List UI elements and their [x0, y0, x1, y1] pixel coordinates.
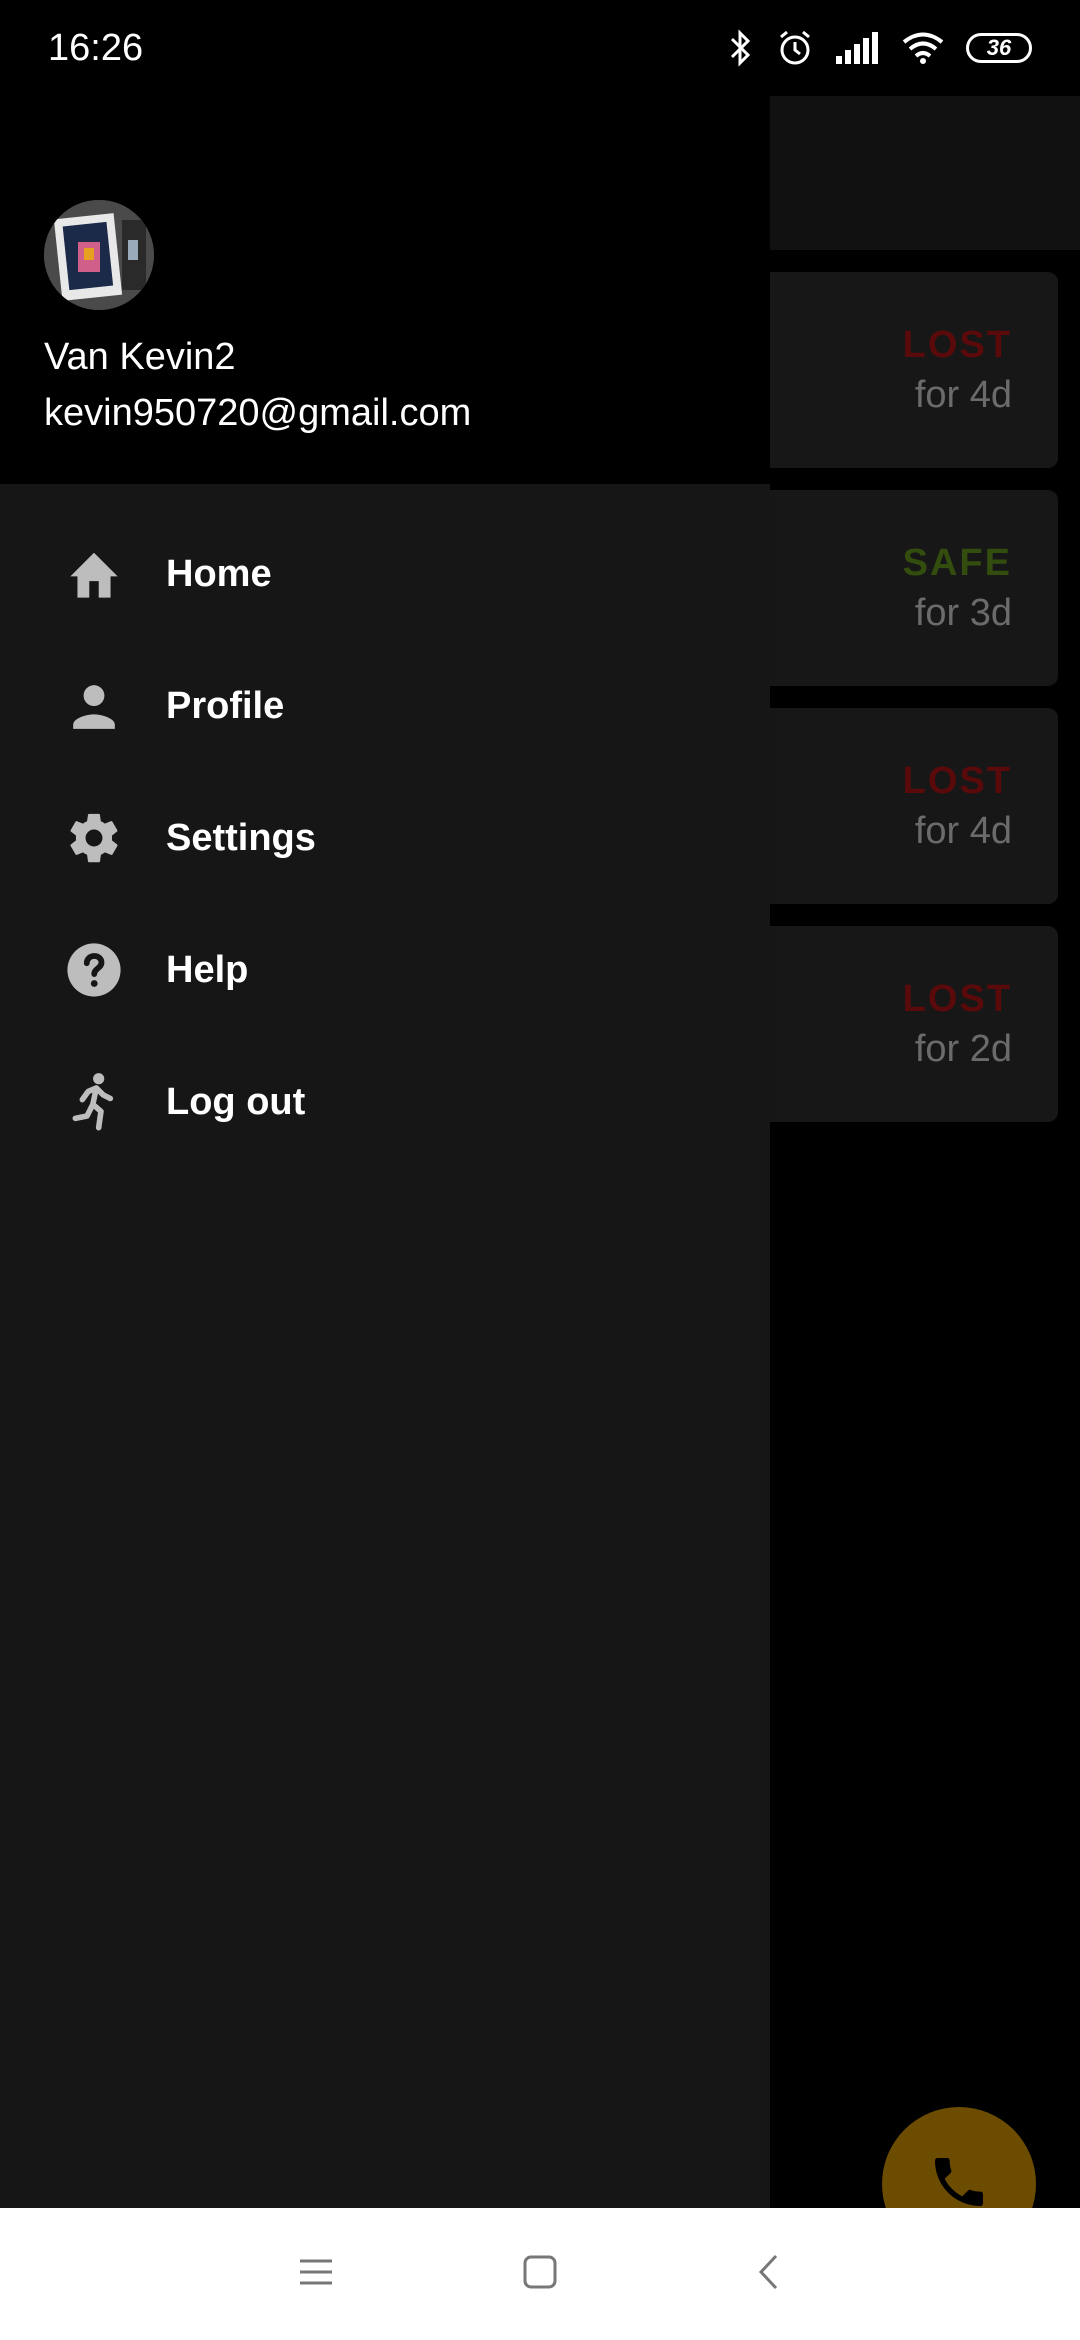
duration-label: for 4d — [914, 374, 1012, 416]
status-label: LOST — [902, 978, 1012, 1020]
gear-icon — [62, 806, 126, 870]
drawer-item-home[interactable]: Home — [0, 508, 770, 640]
home-icon — [62, 542, 126, 606]
wifi-icon — [902, 31, 944, 65]
back-nav-button[interactable] — [742, 2248, 794, 2300]
navigation-drawer: Van Kevin2 kevin950720@gmail.com Home Pr… — [0, 0, 770, 2208]
system-nav-bar — [0, 2208, 1080, 2340]
duration-label: for 3d — [914, 592, 1012, 634]
status-label: LOST — [902, 760, 1012, 802]
list-item[interactable]: LOST for 4d — [760, 272, 1058, 468]
user-email: kevin950720@gmail.com — [44, 392, 472, 434]
screen: 16:26 36 LOST for 4d SAFE for 3d LOST fo… — [0, 0, 1080, 2340]
drawer-item-settings[interactable]: Settings — [0, 772, 770, 904]
drawer-menu: Home Profile Settings Help Log out — [0, 508, 770, 1168]
status-label: LOST — [902, 324, 1012, 366]
drawer-item-profile[interactable]: Profile — [0, 640, 770, 772]
bluetooth-icon — [728, 29, 754, 67]
alarm-icon — [776, 29, 814, 67]
drawer-item-help[interactable]: Help — [0, 904, 770, 1036]
user-name: Van Kevin2 — [44, 336, 236, 378]
duration-label: for 2d — [914, 1028, 1012, 1070]
background-app-bar — [770, 96, 1080, 250]
back-icon — [756, 2252, 780, 2297]
person-icon — [62, 674, 126, 738]
help-icon — [62, 938, 126, 1002]
status-time: 16:26 — [48, 26, 144, 69]
menu-icon — [298, 2257, 334, 2292]
list-item[interactable]: SAFE for 3d — [760, 490, 1058, 686]
running-person-icon — [62, 1070, 126, 1134]
drawer-item-label: Home — [166, 552, 272, 595]
drawer-item-label: Settings — [166, 816, 316, 859]
home-square-icon — [522, 2254, 558, 2295]
drawer-item-label: Profile — [166, 684, 285, 727]
status-bar: 16:26 36 — [0, 0, 1080, 96]
list-item[interactable]: LOST for 2d — [760, 926, 1058, 1122]
duration-label: for 4d — [914, 810, 1012, 852]
status-icons: 36 — [728, 29, 1032, 67]
drawer-item-label: Help — [166, 948, 249, 991]
drawer-item-logout[interactable]: Log out — [0, 1036, 770, 1168]
drawer-item-label: Log out — [166, 1080, 306, 1123]
avatar[interactable] — [44, 200, 154, 310]
battery-icon: 36 — [966, 33, 1032, 63]
status-label: SAFE — [902, 542, 1012, 584]
list-item[interactable]: LOST for 4d — [760, 708, 1058, 904]
signal-icon — [836, 32, 880, 64]
recent-apps-button[interactable] — [290, 2248, 342, 2300]
home-nav-button[interactable] — [514, 2248, 566, 2300]
